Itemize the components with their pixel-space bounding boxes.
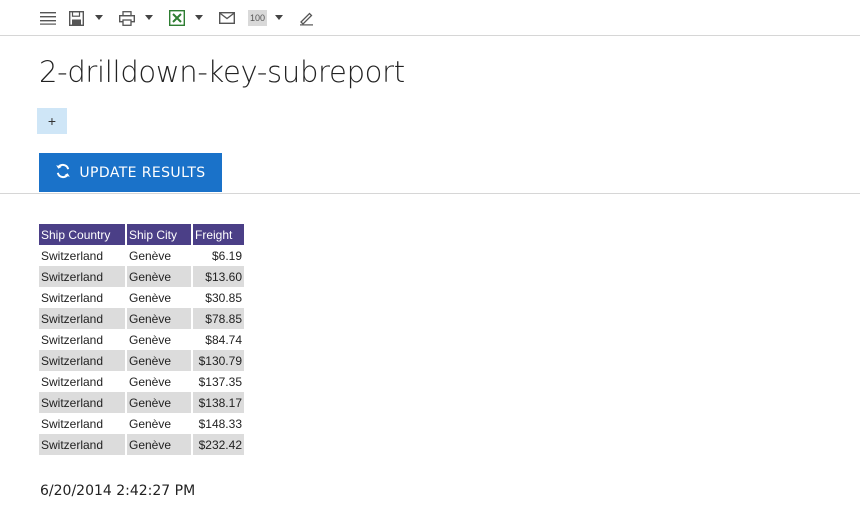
edit-icon[interactable] (299, 8, 314, 28)
table-row: Switzerland Genève $148.33 (39, 413, 246, 434)
table-row: Switzerland Genève $232.42 (39, 434, 246, 455)
table-row: Switzerland Genève $78.85 (39, 308, 246, 329)
ship-country-cell: Switzerland (39, 245, 127, 266)
table-row: Switzerland Genève $137.35 (39, 371, 246, 392)
mail-icon[interactable] (219, 8, 235, 28)
column-header-freight[interactable]: Freight (192, 224, 246, 245)
ship-city-cell: Genève (126, 287, 193, 308)
add-parameter-button[interactable]: + (37, 108, 67, 134)
ship-country-cell: Switzerland (39, 287, 127, 308)
ship-city-cell: Genève (126, 266, 193, 287)
ship-country-cell: Switzerland (39, 371, 127, 392)
save-dropdown-chevron-down-icon[interactable] (95, 15, 103, 20)
ship-country-cell: Switzerland (39, 350, 127, 371)
freight-cell: $137.35 (192, 371, 246, 392)
ship-country-cell: Switzerland (39, 329, 127, 350)
freight-cell: $232.42 (192, 434, 246, 455)
update-results-button[interactable]: UPDATE RESULTS (39, 153, 222, 192)
menu-icon[interactable] (40, 8, 56, 28)
table-row: Switzerland Genève $30.85 (39, 287, 246, 308)
divider (0, 193, 860, 194)
ship-city-cell: Genève (126, 371, 193, 392)
toolbar: 100 (0, 0, 860, 36)
ship-city-cell: Genève (126, 392, 193, 413)
page-title: 2-drilldown-key-subreport (39, 55, 405, 89)
table-row: Switzerland Genève $84.74 (39, 329, 246, 350)
ship-country-cell: Switzerland (39, 266, 127, 287)
ship-country-cell: Switzerland (39, 434, 127, 455)
excel-icon[interactable] (169, 8, 185, 28)
ship-city-cell: Genève (126, 308, 193, 329)
freight-cell: $30.85 (192, 287, 246, 308)
freight-cell: $84.74 (192, 329, 246, 350)
report-table: Ship Country Ship City Freight Switzerla… (39, 224, 246, 455)
print-icon[interactable] (119, 8, 135, 28)
freight-cell: $13.60 (192, 266, 246, 287)
table-row: Switzerland Genève $130.79 (39, 350, 246, 371)
freight-cell: $130.79 (192, 350, 246, 371)
zoom-dropdown-chevron-down-icon[interactable] (275, 15, 283, 20)
ship-city-cell: Genève (126, 329, 193, 350)
table-row: Switzerland Genève $13.60 (39, 266, 246, 287)
refresh-icon (55, 163, 71, 183)
ship-city-cell: Genève (126, 434, 193, 455)
table-row: Switzerland Genève $6.19 (39, 245, 246, 266)
column-header-ship-city[interactable]: Ship City (126, 224, 193, 245)
print-dropdown-chevron-down-icon[interactable] (145, 15, 153, 20)
update-results-label: UPDATE RESULTS (79, 164, 206, 181)
ship-city-cell: Genève (126, 245, 193, 266)
ship-city-cell: Genève (126, 350, 193, 371)
save-icon[interactable] (69, 8, 84, 28)
ship-country-cell: Switzerland (39, 413, 127, 434)
ship-city-cell: Genève (126, 413, 193, 434)
freight-cell: $138.17 (192, 392, 246, 413)
table-row: Switzerland Genève $138.17 (39, 392, 246, 413)
export-dropdown-chevron-down-icon[interactable] (195, 15, 203, 20)
freight-cell: $78.85 (192, 308, 246, 329)
freight-cell: $148.33 (192, 413, 246, 434)
ship-country-cell: Switzerland (39, 392, 127, 413)
column-header-ship-country[interactable]: Ship Country (39, 224, 127, 245)
zoom-icon[interactable]: 100 (248, 10, 268, 26)
freight-cell: $6.19 (192, 245, 246, 266)
ship-country-cell: Switzerland (39, 308, 127, 329)
table-header-row: Ship Country Ship City Freight (39, 224, 246, 245)
report-timestamp: 6/20/2014 2:42:27 PM (40, 483, 196, 499)
